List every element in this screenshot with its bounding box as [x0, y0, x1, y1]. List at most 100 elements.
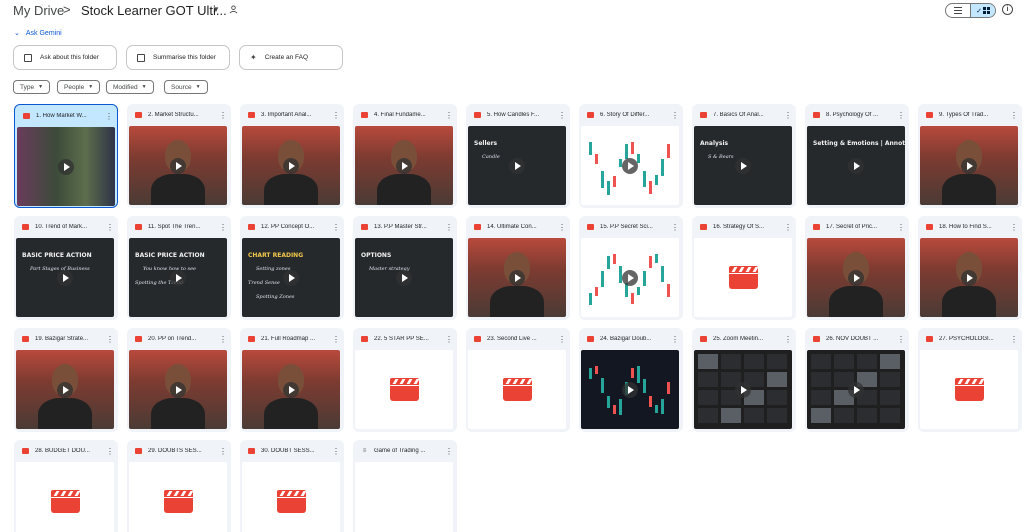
more-actions-icon[interactable]: ⋮ [897, 223, 905, 232]
play-icon[interactable] [57, 381, 73, 398]
file-card[interactable]: 15. P.P Secret Sci... ⋮ [579, 216, 683, 320]
file-card[interactable]: 23. Second Live ... ⋮ [466, 328, 570, 432]
file-thumbnail[interactable] [355, 462, 453, 532]
more-actions-icon[interactable]: ⋮ [105, 112, 113, 121]
file-card[interactable]: 6. Story Of Differ... ⋮ [579, 104, 683, 208]
info-icon[interactable]: i [1002, 4, 1013, 15]
file-thumbnail[interactable] [355, 350, 453, 429]
more-actions-icon[interactable]: ⋮ [106, 447, 114, 456]
file-thumbnail[interactable] [129, 462, 227, 532]
more-actions-icon[interactable]: ⋮ [332, 223, 340, 232]
create-faq-button[interactable]: ✦ Create an FAQ [239, 45, 343, 70]
file-card[interactable]: 10. Trend of Mark... ⋮ BASIC PRICE ACTION P… [14, 216, 118, 320]
more-actions-icon[interactable]: ⋮ [784, 223, 792, 232]
more-actions-icon[interactable]: ⋮ [671, 223, 679, 232]
filter-people[interactable]: People ▼ [57, 80, 101, 94]
more-actions-icon[interactable]: ⋮ [558, 335, 566, 344]
more-actions-icon[interactable]: ⋮ [332, 335, 340, 344]
more-actions-icon[interactable]: ⋮ [1010, 111, 1018, 120]
file-card[interactable]: 1. How Market W... ⋮ [14, 104, 118, 208]
file-thumbnail[interactable]: BASIC PRICE ACTION You know how to see Spo… [129, 238, 227, 317]
play-icon[interactable] [622, 269, 638, 286]
play-icon[interactable] [848, 269, 864, 286]
file-thumbnail[interactable] [129, 126, 227, 205]
ask-gemini-toggle[interactable]: ⌄ Ask Gemini [14, 29, 62, 38]
file-thumbnail[interactable] [581, 126, 679, 205]
view-toggle[interactable]: ✓ [945, 3, 996, 18]
more-actions-icon[interactable]: ⋮ [897, 111, 905, 120]
file-card[interactable]: 22. 5 STAR PP SE... ⋮ [353, 328, 457, 432]
file-thumbnail[interactable] [468, 350, 566, 429]
file-card[interactable]: 8. Psychology Of ... ⋮ Setting & Emotions … [805, 104, 909, 208]
breadcrumb-my-drive[interactable]: My Drive [13, 3, 64, 18]
file-thumbnail[interactable] [16, 462, 114, 532]
play-icon[interactable] [848, 157, 864, 174]
file-card[interactable]: ≡ Game of Trading ... ⋮ [353, 440, 457, 532]
file-thumbnail[interactable] [581, 238, 679, 317]
more-actions-icon[interactable]: ⋮ [558, 111, 566, 120]
file-card[interactable]: 4. Final Fundame... ⋮ [353, 104, 457, 208]
file-card[interactable]: 30. DOUBT SESS... ⋮ [240, 440, 344, 532]
file-card[interactable]: 12. PP Concept O... ⋮ CHART READING Setting… [240, 216, 344, 320]
file-card[interactable]: 24. Bazigar Doub... ⋮ [579, 328, 683, 432]
more-actions-icon[interactable]: ⋮ [445, 447, 453, 456]
more-actions-icon[interactable]: ⋮ [106, 223, 114, 232]
more-actions-icon[interactable]: ⋮ [671, 111, 679, 120]
file-thumbnail[interactable]: Setting & Emotions | Annotations [807, 126, 905, 205]
file-card[interactable]: 9. Types Of Trad... ⋮ [918, 104, 1022, 208]
play-icon[interactable] [509, 269, 525, 286]
more-actions-icon[interactable]: ⋮ [332, 111, 340, 120]
breadcrumb-current-folder[interactable]: Stock Learner GOT Ulti... [81, 3, 227, 18]
play-icon[interactable] [57, 269, 73, 286]
filter-type[interactable]: Type ▼ [13, 80, 51, 94]
file-card[interactable]: 11. Spot The Tren... ⋮ BASIC PRICE ACTION Y… [127, 216, 231, 320]
play-icon[interactable] [396, 157, 412, 174]
file-thumbnail[interactable] [17, 127, 115, 206]
play-icon[interactable] [283, 381, 299, 398]
file-card[interactable]: 7. Basics Of Anal... ⋮ Analysis S & Bears [692, 104, 796, 208]
more-actions-icon[interactable]: ⋮ [445, 223, 453, 232]
more-actions-icon[interactable]: ⋮ [784, 335, 792, 344]
file-card[interactable]: 3. Important Anal... ⋮ [240, 104, 344, 208]
more-actions-icon[interactable]: ⋮ [897, 335, 905, 344]
folder-menu-caret-icon[interactable]: ▼ [212, 5, 220, 14]
file-thumbnail[interactable]: Sellers Candle [468, 126, 566, 205]
play-icon[interactable] [735, 157, 751, 174]
file-card[interactable]: 18. How to Find S... ⋮ [918, 216, 1022, 320]
file-thumbnail[interactable] [355, 126, 453, 205]
play-icon[interactable] [848, 381, 864, 398]
file-card[interactable]: 26. NOV DOUBT ... ⋮ [805, 328, 909, 432]
play-icon[interactable] [735, 381, 751, 398]
filter-source[interactable]: Source ▼ [164, 80, 208, 94]
more-actions-icon[interactable]: ⋮ [219, 335, 227, 344]
file-card[interactable]: 13. P.P Master Str... ⋮ OPTIONS Master stra… [353, 216, 457, 320]
list-view-button[interactable] [946, 4, 971, 17]
more-actions-icon[interactable]: ⋮ [558, 223, 566, 232]
file-card[interactable]: 5. How Candles F... ⋮ Sellers Candle [466, 104, 570, 208]
play-icon[interactable] [396, 269, 412, 286]
file-thumbnail[interactable] [920, 126, 1018, 205]
file-thumbnail[interactable] [807, 238, 905, 317]
file-thumbnail[interactable] [242, 350, 340, 429]
more-actions-icon[interactable]: ⋮ [445, 111, 453, 120]
file-thumbnail[interactable] [920, 238, 1018, 317]
more-actions-icon[interactable]: ⋮ [671, 335, 679, 344]
play-icon[interactable] [170, 157, 186, 174]
file-card[interactable]: 29. DOUBTS SES... ⋮ [127, 440, 231, 532]
file-card[interactable]: 28. BUDGET DOU... ⋮ [14, 440, 118, 532]
file-thumbnail[interactable] [920, 350, 1018, 429]
ask-about-folder-button[interactable]: Ask about this folder [13, 45, 117, 70]
play-icon[interactable] [622, 381, 638, 398]
file-thumbnail[interactable]: BASIC PRICE ACTION Part Stages of Busines… [16, 238, 114, 317]
file-thumbnail[interactable] [16, 350, 114, 429]
more-actions-icon[interactable]: ⋮ [1010, 335, 1018, 344]
file-card[interactable]: 14. Ultimate Con... ⋮ [466, 216, 570, 320]
file-card[interactable]: 19. Bazigar Strate... ⋮ [14, 328, 118, 432]
file-thumbnail[interactable] [242, 126, 340, 205]
file-card[interactable]: 2. Market Structu... ⋮ [127, 104, 231, 208]
file-thumbnail[interactable] [807, 350, 905, 429]
file-thumbnail[interactable] [581, 350, 679, 429]
file-thumbnail[interactable] [468, 238, 566, 317]
more-actions-icon[interactable]: ⋮ [219, 447, 227, 456]
summarise-folder-button[interactable]: Summarise this folder [126, 45, 230, 70]
